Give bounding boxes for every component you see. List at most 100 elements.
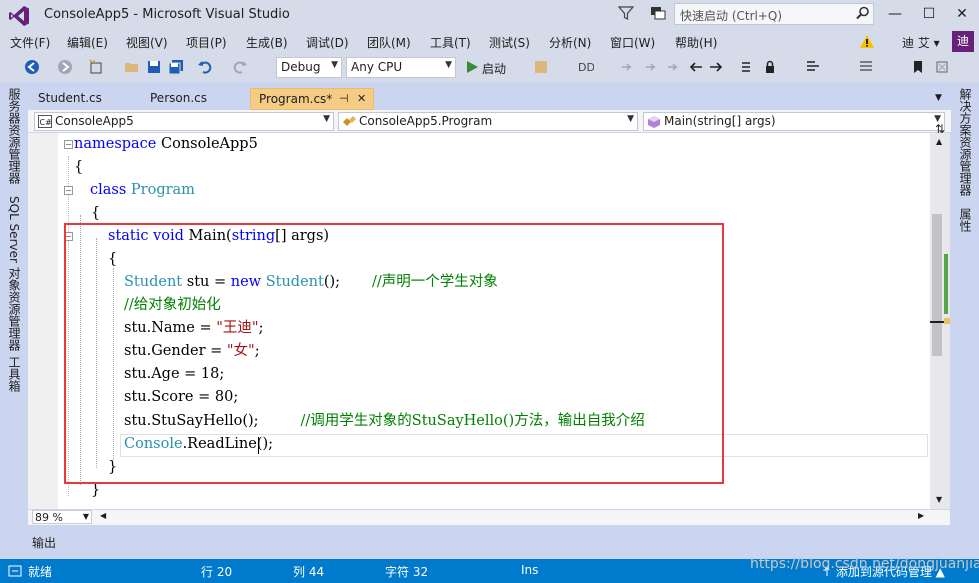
step-out-icon[interactable] [666,59,682,75]
chevron-down-icon: ▼ [627,114,634,124]
menu-help[interactable]: 帮助(H) [675,34,717,51]
member-dropdown[interactable]: Main(string[] args) ▼ [643,112,945,131]
navigate-back-icon[interactable] [24,59,40,75]
scrollbar-thumb[interactable] [932,214,942,356]
browser-link-icon[interactable] [533,59,549,75]
start-button-label[interactable]: 启动 [482,60,506,77]
sql-server-object-explorer-tab[interactable]: SQL Server 对象资源管理器 [6,196,23,351]
tab-program-cs[interactable]: Program.cs* ⊣ ✕ [250,88,374,110]
class-dropdown[interactable]: ConsoleApp5.Program ▼ [338,112,638,131]
project-value: ConsoleApp5 [55,114,134,128]
format-icon[interactable] [738,59,754,75]
zoom-value: 89 % [35,511,63,524]
scroll-up-arrow-icon[interactable]: ▲ [936,137,942,146]
code-line-2: { [74,159,84,175]
collapse-namespace-icon[interactable]: − [64,140,73,149]
uncomment-icon[interactable] [858,59,874,75]
toolbox-tab[interactable]: 工具箱 [6,356,23,392]
menu-tools[interactable]: 工具(T) [430,34,471,51]
menu-file[interactable]: 文件(F) [10,34,50,51]
step-into-icon[interactable] [644,59,660,75]
class-value: ConsoleApp5.Program [359,114,493,128]
menu-window[interactable]: 窗口(W) [610,34,655,51]
tab-label: Program.cs* [259,92,333,106]
svg-text:C#: C# [40,118,53,127]
solution-platform-dropdown[interactable]: Any CPU ▼ [346,57,456,78]
menu-edit[interactable]: 编辑(E) [67,34,108,51]
comment-icon[interactable] [805,59,821,75]
properties-tab[interactable]: 属性 [957,208,974,232]
tab-person-cs[interactable]: Person.cs [142,88,215,110]
tab-overflow-chevron-down-icon[interactable]: ▼ [935,93,942,103]
navigate-forward-icon[interactable] [57,59,73,75]
menu-project[interactable]: 项目(P) [186,34,227,51]
chevron-down-icon: ▼ [445,60,452,70]
edit-marker [944,318,950,324]
status-insert-mode: Ins [521,563,539,577]
arrow-right-icon[interactable] [708,59,724,75]
csharp-file-icon: C# [38,115,52,128]
chevron-down-icon: ▼ [82,512,89,521]
menu-debug[interactable]: 调试(D) [306,34,349,51]
tab-student-cs[interactable]: Student.cs [30,88,110,110]
open-file-icon[interactable] [124,59,140,75]
arrow-left-icon[interactable] [688,59,704,75]
project-dropdown[interactable]: C# ConsoleApp5 ▼ [34,112,334,131]
pin-icon[interactable]: ⊣ [339,92,349,105]
code-line-1: namespace ConsoleApp5 [74,133,258,156]
notifications-filter-icon[interactable] [618,5,634,21]
left-tool-window-strip: 服务器资源管理器 SQL Server 对象资源管理器 工具箱 [0,82,28,560]
undo-icon[interactable] [197,59,213,75]
status-column: 列 44 [293,565,325,579]
menu-team[interactable]: 团队(M) [367,34,411,51]
close-icon[interactable]: ✕ [357,92,366,105]
chevron-down-icon: ▼ [331,60,338,70]
solution-configuration-dropdown[interactable]: Debug ▼ [276,57,342,78]
menu-analyze[interactable]: 分析(N) [549,34,591,51]
step-icon[interactable] [620,59,636,75]
visual-studio-logo-icon [9,6,29,26]
quick-launch-input[interactable]: 快速启动 (Ctrl+Q) [674,3,874,25]
watermark-url: https://blog.csdn.net/dongjuanjian [750,556,979,572]
solution-explorer-tab[interactable]: 解决方案资源管理器 [957,88,974,196]
method-icon [648,116,660,128]
maximize-button[interactable]: ☐ [912,0,946,30]
save-icon[interactable] [146,59,162,75]
scroll-left-arrow-icon[interactable]: ◀ [100,511,106,520]
code-line-4: { [91,205,101,221]
find-icon[interactable]: DD [578,59,594,75]
menu-test[interactable]: 测试(S) [489,34,530,51]
save-all-icon[interactable] [168,59,184,75]
close-button[interactable]: ✕ [945,0,979,30]
platform-value: Any CPU [351,60,403,74]
new-project-icon[interactable] [88,59,104,75]
redo-icon[interactable] [232,59,248,75]
menu-view[interactable]: 视图(V) [126,34,168,51]
menu-build[interactable]: 生成(B) [246,34,288,51]
avatar[interactable]: 迪 [952,31,974,52]
start-play-icon[interactable] [464,59,480,75]
chevron-down-icon: ▼ [323,114,330,124]
clear-bookmarks-icon[interactable] [934,59,950,75]
code-line-3: class Program [90,179,195,202]
collapse-class-icon[interactable]: − [64,186,73,195]
split-editor-icon[interactable]: ⇅ [931,122,949,136]
bookmark-icon[interactable] [910,59,926,75]
status-character: 字符 32 [385,565,429,579]
server-explorer-tab[interactable]: 服务器资源管理器 [6,88,23,184]
zoom-level-dropdown[interactable]: 89 % ▼ [32,510,92,524]
feedback-icon[interactable] [650,5,666,21]
window-title: ConsoleApp5 - Microsoft Visual Studio [44,7,290,22]
scroll-down-arrow-icon[interactable]: ▼ [936,495,942,504]
scroll-right-arrow-icon[interactable]: ▶ [918,511,924,520]
svg-text:DD: DD [578,61,594,74]
keyword: namespace [74,136,157,152]
identifier: ConsoleApp5 [156,136,258,152]
user-name[interactable]: 迪 艾 ▾ [902,34,940,51]
warning-icon[interactable] [860,35,874,48]
minimize-button[interactable]: — [878,0,912,30]
search-icon[interactable] [856,6,870,20]
output-tab[interactable]: 输出 [32,534,56,551]
lock-icon[interactable] [762,59,778,75]
type-name: Program [130,182,195,198]
